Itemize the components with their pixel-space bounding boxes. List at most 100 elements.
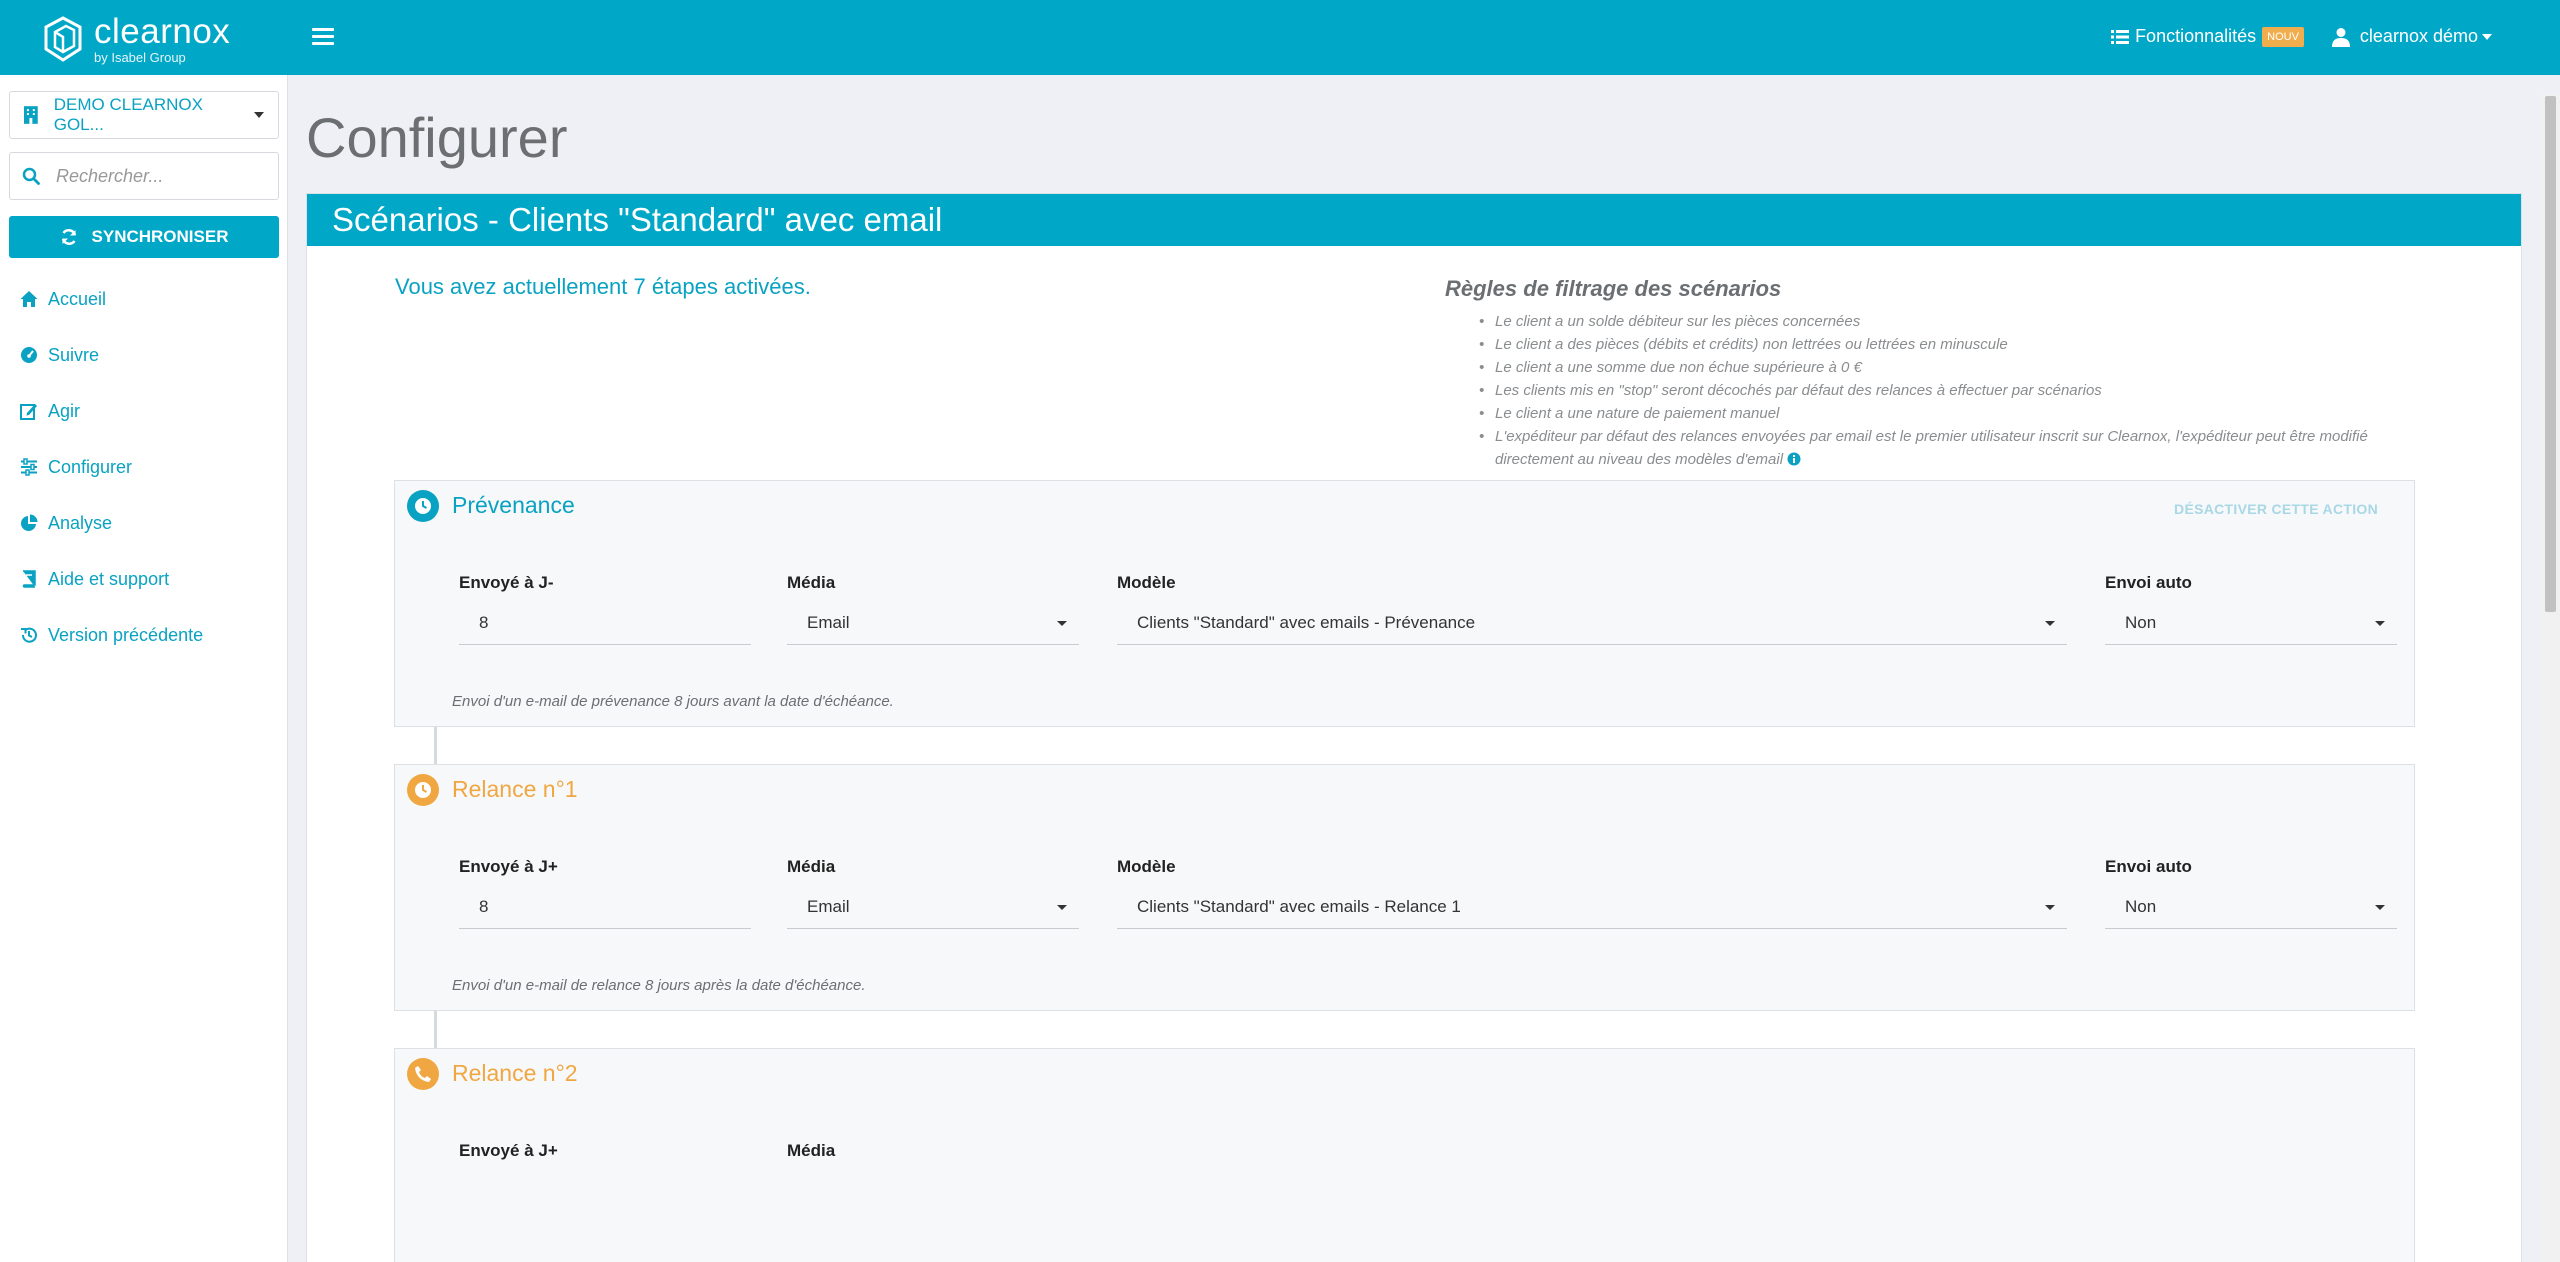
dropdown-arrow-icon — [1057, 905, 1067, 910]
sidebar-item-configurer[interactable]: Configurer — [0, 439, 288, 495]
sidebar: DEMO CLEARNOX GOL... SYNCHRONISER Accuei… — [0, 75, 288, 1262]
rule-item: Le client a une nature de paiement manue… — [1479, 402, 2445, 425]
sync-button[interactable]: SYNCHRONISER — [9, 216, 279, 258]
sidebar-item-aide[interactable]: Aide et support — [0, 551, 288, 607]
step-description: Envoi d'un e-mail de relance 8 jours apr… — [452, 977, 866, 994]
edit-icon — [20, 404, 37, 420]
logo[interactable]: clearnox by Isabel Group — [44, 14, 230, 64]
step-prevenance: Prévenance DÉSACTIVER CETTE ACTION Envoy… — [394, 480, 2415, 727]
clock-icon — [407, 490, 439, 522]
sync-icon — [61, 229, 76, 245]
media-value: Email — [807, 612, 850, 632]
auto-select[interactable]: Non — [2105, 885, 2397, 929]
rule-text: L'expéditeur par défaut des relances env… — [1495, 428, 2368, 468]
sidebar-item-accueil[interactable]: Accueil — [0, 271, 288, 327]
search-input[interactable] — [56, 165, 256, 187]
step-title: Relance n°2 — [452, 1060, 578, 1086]
top-bar: clearnox by Isabel Group Fonctionnalités… — [0, 0, 2560, 75]
search-icon — [22, 167, 40, 185]
sidebar-item-version-precedente[interactable]: Version précédente — [0, 607, 288, 663]
new-badge: NOUV — [2262, 26, 2304, 47]
model-label: Modèle — [1117, 573, 1176, 592]
deactivate-button[interactable]: DÉSACTIVER CETTE ACTION — [2174, 501, 2378, 517]
step-title: Relance n°1 — [452, 776, 578, 802]
filter-rules: Règles de filtrage des scénarios Le clie… — [1445, 276, 2445, 471]
features-link[interactable]: Fonctionnalités NOUV — [2111, 26, 2304, 47]
auto-select[interactable]: Non — [2105, 601, 2397, 645]
page-title: Configurer — [306, 106, 568, 169]
logo-subtitle: by Isabel Group — [94, 50, 186, 65]
pie-chart-icon — [21, 514, 38, 531]
chevron-down-icon — [254, 112, 264, 118]
media-select[interactable]: Email — [787, 601, 1079, 645]
rule-item: Le client a une somme due non échue supé… — [1479, 356, 2445, 379]
sidebar-item-label: Version précédente — [48, 624, 204, 645]
days-input[interactable]: 8 — [459, 885, 751, 929]
sync-label: SYNCHRONISER — [91, 227, 229, 246]
model-label: Modèle — [1117, 857, 1176, 876]
days-label: Envoyé à J+ — [459, 857, 558, 876]
rule-item: L'expéditeur par défaut des relances env… — [1479, 425, 2445, 471]
days-value: 8 — [479, 896, 489, 916]
chevron-down-icon — [2482, 33, 2492, 40]
sidebar-item-label: Suivre — [48, 344, 100, 365]
sidebar-item-label: Accueil — [48, 288, 107, 309]
days-label: Envoyé à J- — [459, 573, 554, 592]
step-title: Prévenance — [452, 492, 575, 518]
sidebar-item-label: Analyse — [48, 512, 113, 533]
media-label: Média — [787, 857, 836, 876]
scrollbar-thumb[interactable] — [2545, 96, 2556, 612]
logo-icon — [44, 16, 82, 62]
menu-toggle-icon[interactable] — [312, 28, 334, 46]
dropdown-arrow-icon — [1057, 621, 1067, 626]
sliders-icon — [21, 458, 37, 476]
auto-label: Envoi auto — [2105, 573, 2192, 592]
media-value: Email — [807, 896, 850, 916]
sidebar-item-label: Agir — [48, 400, 81, 421]
sidebar-item-agir[interactable]: Agir — [0, 383, 288, 439]
media-label: Média — [787, 573, 836, 592]
auto-value: Non — [2125, 896, 2157, 916]
dashboard-icon — [21, 347, 37, 363]
auto-value: Non — [2125, 612, 2157, 632]
home-icon — [20, 291, 38, 307]
model-value: Clients "Standard" avec emails - Prévena… — [1137, 612, 1476, 632]
rule-item: Le client a un solde débiteur sur les pi… — [1479, 310, 2445, 333]
page-scrollbar[interactable] — [2541, 94, 2560, 1262]
step-connector — [434, 1011, 437, 1049]
model-select[interactable]: Clients "Standard" avec emails - Prévena… — [1117, 601, 2067, 645]
step-connector — [434, 727, 437, 765]
media-label: Média — [787, 1141, 836, 1160]
dropdown-arrow-icon — [2375, 621, 2385, 626]
media-select[interactable]: Email — [787, 885, 1079, 929]
step-description: Envoi d'un e-mail de prévenance 8 jours … — [452, 693, 894, 710]
info-icon[interactable] — [1787, 452, 1801, 466]
days-input[interactable]: 8 — [459, 601, 751, 645]
sidebar-item-label: Configurer — [48, 456, 133, 477]
company-name: DEMO CLEARNOX GOL... — [53, 95, 203, 134]
main-content: Configurer Scénarios - Clients "Standard… — [289, 75, 2539, 1262]
sidebar-item-suivre[interactable]: Suivre — [0, 327, 288, 383]
search-box — [9, 152, 279, 200]
dropdown-arrow-icon — [2045, 621, 2055, 626]
rules-title: Règles de filtrage des scénarios — [1445, 276, 1782, 301]
list-icon — [2111, 29, 2130, 44]
step-relance-2: Relance n°2 Envoyé à J+ Média — [394, 1048, 2415, 1262]
dropdown-arrow-icon — [2375, 905, 2385, 910]
user-menu[interactable]: clearnox démo — [2331, 26, 2492, 47]
auto-label: Envoi auto — [2105, 857, 2192, 876]
user-name: clearnox démo — [2359, 26, 2478, 46]
sidebar-nav: Accueil Suivre Agir Configurer Analyse A… — [0, 271, 288, 663]
days-label: Envoyé à J+ — [459, 1141, 558, 1160]
logo-name: clearnox — [94, 12, 231, 51]
sidebar-item-analyse[interactable]: Analyse — [0, 495, 288, 551]
model-select[interactable]: Clients "Standard" avec emails - Relance… — [1117, 885, 2067, 929]
rule-item: Les clients mis en "stop" seront décoché… — [1479, 379, 2445, 402]
rule-item: Le client a des pièces (débits et crédit… — [1479, 333, 2445, 356]
user-icon — [2331, 27, 2350, 47]
active-steps-text: Vous avez actuellement 7 étapes activées… — [395, 274, 811, 299]
days-value: 8 — [479, 612, 489, 632]
company-select[interactable]: DEMO CLEARNOX GOL... — [9, 91, 279, 139]
history-icon — [21, 627, 37, 643]
model-value: Clients "Standard" avec emails - Relance… — [1137, 896, 1461, 916]
